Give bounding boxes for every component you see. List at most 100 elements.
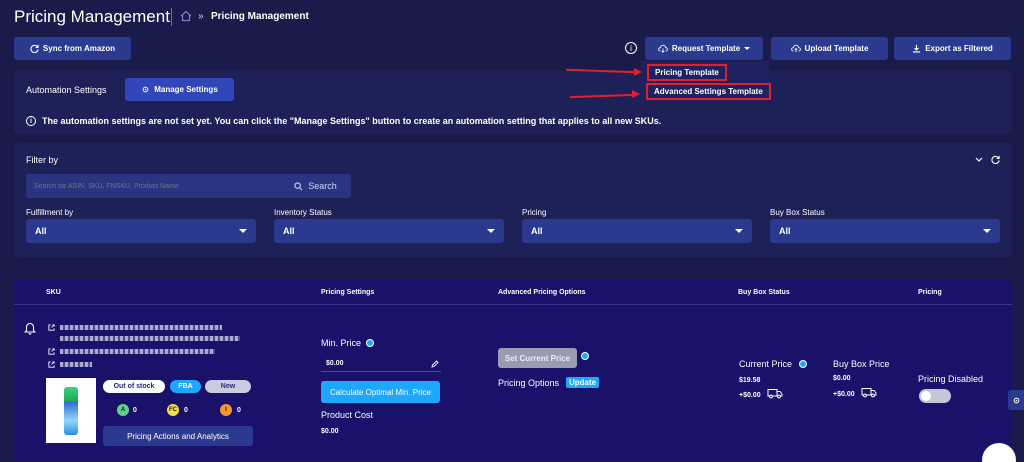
column-header-buybox-status[interactable]: Buy Box Status [738, 289, 790, 296]
update-button[interactable]: Update [566, 377, 600, 388]
breadcrumb-separator: » [198, 11, 204, 22]
manage-settings-button[interactable]: Manage Settings [125, 78, 234, 101]
redacted-asin [60, 349, 215, 354]
buybox-status-select[interactable]: All [770, 219, 1000, 243]
buybox-price-value: $0.00 [833, 375, 851, 382]
gear-icon [142, 86, 149, 93]
refresh-icon[interactable] [991, 155, 1000, 164]
filter-label-pricing: Pricing [522, 208, 547, 217]
min-price-label: Min. Price [321, 338, 362, 348]
sync-amazon-button[interactable]: Sync from Amazon [14, 37, 131, 60]
product-image[interactable] [46, 378, 96, 443]
upload-template-label: Upload Template [804, 44, 869, 53]
set-current-info-icon[interactable] [581, 352, 589, 360]
product-cost-value: $0.00 [321, 428, 339, 435]
menu-item-advanced-settings-template[interactable]: Advanced Settings Template [646, 83, 771, 100]
edit-pencil-icon[interactable] [431, 360, 439, 368]
count-inbound-value: 0 [237, 407, 241, 414]
chevron-down-icon [735, 229, 743, 233]
annotation-arrowhead [634, 68, 642, 76]
menu-item-pricing-template[interactable]: Pricing Template [647, 64, 727, 81]
request-template-button[interactable]: Request Template [645, 37, 763, 60]
bell-icon[interactable] [24, 322, 36, 335]
export-filtered-button[interactable]: Export as Filtered [894, 37, 1011, 60]
sync-icon [30, 44, 39, 53]
pricing-actions-button[interactable]: Pricing Actions and Analytics [103, 426, 253, 446]
filter-label-fulfillment: Fulfillment by [26, 208, 74, 217]
pricing-options-label: Pricing Options [498, 378, 560, 388]
truck-icon [767, 389, 783, 399]
cloud-upload-icon [790, 44, 801, 53]
product-bottle-graphic [64, 386, 78, 435]
chevron-down-icon [239, 229, 247, 233]
pricing-value: All [531, 226, 543, 236]
gear-icon [1013, 397, 1019, 403]
info-icon[interactable]: i [625, 42, 637, 54]
count-inbound-badge: I [220, 404, 232, 416]
buybox-price-shipping: +$0.00 [833, 391, 855, 398]
set-current-price-button[interactable]: Set Current Price [498, 348, 577, 368]
inventory-status-value: All [283, 226, 295, 236]
pricing-toggle[interactable] [919, 389, 951, 403]
fulfillment-select[interactable]: All [26, 219, 256, 243]
column-header-pricing[interactable]: Pricing [918, 289, 942, 296]
download-icon [913, 44, 921, 53]
breadcrumb-current: Pricing Management [211, 11, 309, 22]
upload-template-button[interactable]: Upload Template [771, 37, 888, 60]
search-button-label: Search [308, 181, 337, 191]
automation-notice: The automation settings are not set yet.… [42, 116, 662, 126]
chevron-down-icon [487, 229, 495, 233]
column-header-advanced-options[interactable]: Advanced Pricing Options [498, 289, 586, 296]
search-button[interactable]: Search [280, 174, 351, 198]
request-template-label: Request Template [671, 44, 741, 53]
search-input[interactable] [26, 174, 280, 198]
search-icon [294, 181, 303, 190]
count-fc-badge: FC [167, 404, 179, 416]
collapse-chevron-icon[interactable] [975, 157, 983, 163]
calculate-min-price-button[interactable]: Calculate Optimal Min. Price [321, 381, 440, 403]
count-fc-value: 0 [184, 407, 188, 414]
annotation-arrowhead [632, 90, 640, 98]
settings-side-tab[interactable] [1008, 390, 1024, 410]
sync-label: Sync from Amazon [42, 44, 116, 53]
chevron-down-icon [983, 229, 991, 233]
product-cost-label: Product Cost [321, 410, 374, 420]
page-title: Pricing Management [14, 7, 170, 26]
filter-title: Filter by [26, 155, 59, 165]
min-price-underline [321, 371, 441, 372]
redacted-product-name [60, 325, 222, 330]
chevron-down-icon [744, 47, 751, 50]
buybox-price-label: Buy Box Price [833, 359, 890, 369]
export-filtered-label: Export as Filtered [925, 44, 993, 53]
home-icon[interactable] [180, 10, 192, 22]
external-link-icon[interactable] [48, 324, 55, 331]
current-price-label: Current Price [739, 359, 793, 369]
table-header-divider [14, 304, 1012, 305]
min-price-value: $0.00 [326, 360, 344, 367]
count-available-badge: A [117, 404, 129, 416]
current-price-shipping: +$0.00 [739, 392, 761, 399]
badge-stock-status: Out of stock [103, 380, 165, 393]
external-link-icon[interactable] [48, 361, 55, 368]
badge-condition: New [205, 380, 251, 393]
pricing-select[interactable]: All [522, 219, 752, 243]
fulfillment-value: All [35, 226, 47, 236]
truck-icon [861, 388, 877, 398]
current-price-value: $19.58 [739, 377, 761, 384]
buybox-status-value: All [779, 226, 791, 236]
title-divider [171, 8, 172, 26]
notice-info-icon: i [26, 116, 36, 126]
external-link-icon[interactable] [48, 348, 55, 355]
cloud-download-icon [658, 44, 668, 53]
manage-settings-label: Manage Settings [154, 85, 218, 94]
redacted-product-name [60, 336, 240, 341]
min-price-info-icon[interactable] [366, 339, 374, 347]
toggle-knob [921, 391, 931, 401]
current-price-info-icon[interactable] [799, 360, 807, 368]
column-header-pricing-settings[interactable]: Pricing Settings [321, 289, 374, 296]
count-available-value: 0 [133, 407, 137, 414]
pricing-status-label: Pricing Disabled [918, 374, 984, 384]
inventory-status-select[interactable]: All [274, 219, 504, 243]
redacted-sku [60, 362, 92, 367]
column-header-sku[interactable]: SKU [46, 289, 61, 296]
